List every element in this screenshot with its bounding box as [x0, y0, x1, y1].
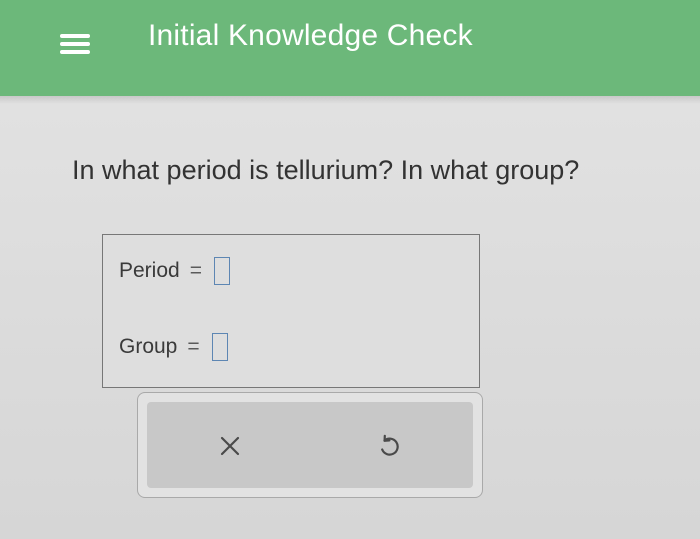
app-header: Initial Knowledge Check — [0, 0, 700, 96]
answer-controls — [137, 392, 483, 498]
group-row: Group = — [119, 333, 228, 361]
clear-button[interactable] — [210, 426, 250, 466]
header-shadow — [0, 96, 700, 104]
answer-box: Period = Group = — [102, 234, 480, 388]
x-icon — [220, 436, 240, 456]
undo-icon — [381, 434, 399, 456]
group-input[interactable] — [211, 333, 228, 361]
menu-button[interactable] — [50, 22, 100, 66]
undo-button[interactable] — [369, 426, 409, 466]
hamburger-menu-icon — [60, 31, 90, 57]
period-row: Period = — [119, 257, 230, 285]
page-title: Initial Knowledge Check — [148, 19, 473, 52]
controls-panel — [147, 402, 473, 488]
screen: Initial Knowledge Check In what period i… — [0, 0, 700, 539]
group-equals-sign: = — [187, 335, 200, 358]
question-text: In what period is tellurium? In what gro… — [72, 155, 580, 185]
period-label: Period — [119, 259, 180, 282]
group-label: Group — [119, 335, 178, 358]
period-equals-sign: = — [189, 259, 202, 282]
period-input[interactable] — [213, 257, 230, 285]
